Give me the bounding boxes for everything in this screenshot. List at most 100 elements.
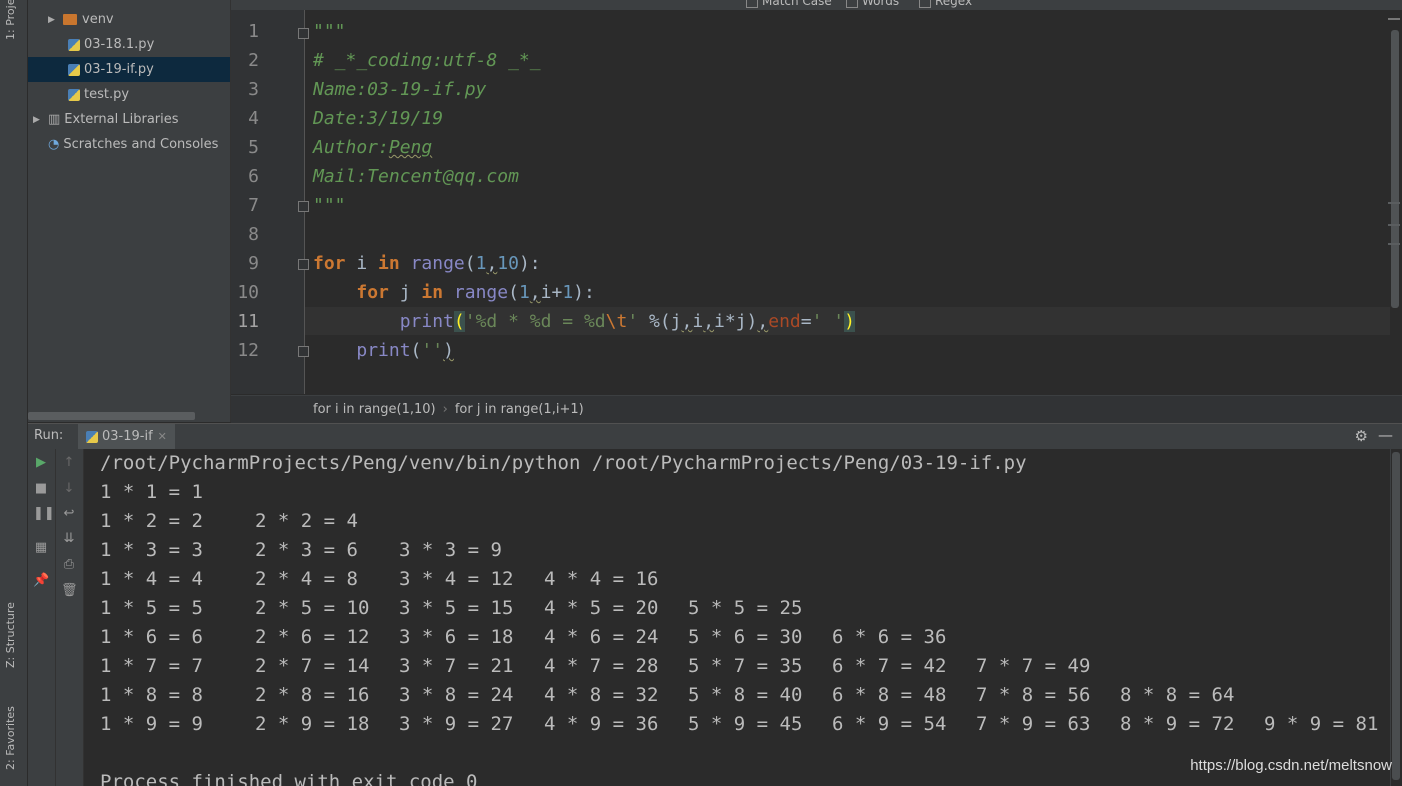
paren-close: ):	[518, 253, 541, 274]
trash-icon[interactable]: 🗑	[61, 583, 78, 599]
code-line-2[interactable]: # _*_coding:utf-8 _*_	[313, 46, 541, 75]
builtin-print: print	[399, 311, 454, 332]
output-cell: 3 * 3 = 9	[399, 539, 502, 561]
down-arrow-icon[interactable]: ↓	[61, 481, 77, 497]
close-tab-icon[interactable]: ✕	[158, 430, 167, 443]
output-cell: 5 * 6 = 30	[688, 626, 803, 648]
code-line-3[interactable]: Name:03-19-if.py	[313, 75, 486, 104]
string-literal: ' '	[811, 311, 845, 332]
breadcrumb-separator-icon: ›	[442, 402, 448, 417]
project-horizontal-scrollbar[interactable]	[28, 412, 195, 420]
docstring-name: Name:03-19-if.py	[313, 79, 487, 100]
line-number: 8	[248, 224, 259, 245]
code-line-4[interactable]: Date:3/19/19	[313, 104, 443, 133]
code-line-10[interactable]: for j in range(1,i+1):	[313, 278, 595, 307]
code-line-9[interactable]: for i in range(1,10):	[313, 249, 541, 278]
fold-marker[interactable]	[298, 201, 309, 212]
print-icon[interactable]: ⎙	[61, 557, 77, 573]
output-cell: 4 * 8 = 32	[544, 684, 659, 706]
output-cell: 1 * 4 = 4	[100, 568, 203, 590]
console-command: /root/PycharmProjects/Peng/venv/bin/pyth…	[100, 452, 1027, 474]
breadcrumb-item-inner-loop[interactable]: for j in range(1,i+1)	[455, 402, 584, 417]
error-stripe-marker[interactable]	[1388, 224, 1400, 226]
comma: ,	[486, 253, 498, 274]
code-line-12[interactable]: print('')	[313, 336, 454, 365]
builtin-range: range	[410, 253, 465, 274]
output-cell: 3 * 6 = 18	[399, 626, 514, 648]
output-cell: 2 * 7 = 14	[255, 655, 370, 677]
comma: ,	[703, 311, 715, 332]
run-tab-label: 03-19-if	[102, 429, 153, 444]
code-line-6[interactable]: Mail:Tencent@qq.com	[313, 162, 519, 191]
keyword-in: in	[421, 282, 444, 303]
tab-project[interactable]: 1: Project	[4, 0, 17, 40]
run-panel-header: Run: 03-19-if ✕ ⚙ —	[28, 423, 1402, 450]
scroll-to-end-icon[interactable]: ⇊	[61, 531, 77, 547]
output-cell: 3 * 7 = 21	[399, 655, 514, 677]
docstring-author-key: Author:	[313, 137, 389, 158]
line-number: 3	[248, 79, 259, 100]
regex-checkbox[interactable]	[919, 0, 931, 8]
expand-arrow-icon[interactable]: ▶	[48, 15, 56, 25]
tree-item-03-19-if-py[interactable]: 03-19-if.py	[28, 57, 230, 82]
breadcrumb-item-outer-loop[interactable]: for i in range(1,10)	[313, 402, 436, 417]
error-stripe-marker[interactable]	[1388, 202, 1400, 204]
match-case-checkbox[interactable]	[746, 0, 758, 8]
code-line-5[interactable]: Author:Peng	[313, 133, 432, 162]
fold-marker[interactable]	[298, 346, 309, 357]
output-cell: 2 * 5 = 10	[255, 597, 370, 619]
words-option[interactable]: Words	[846, 0, 899, 8]
pause-icon[interactable]: ❚❚	[33, 506, 55, 522]
layout-icon[interactable]: ▦	[33, 540, 49, 556]
code-line-1[interactable]: """	[313, 17, 346, 46]
expand-arrow-icon[interactable]: ▶	[33, 115, 41, 125]
soft-wrap-icon[interactable]: ↩	[61, 506, 77, 522]
line-number: 7	[248, 195, 259, 216]
docstring-open: """	[313, 21, 346, 42]
console-scroll-thumb[interactable]	[1392, 452, 1400, 780]
gear-icon[interactable]: ⚙	[1355, 427, 1368, 445]
pin-icon[interactable]: 📌	[33, 573, 49, 589]
tree-item-external-libraries[interactable]: ▶ ▥ External Libraries	[28, 107, 230, 132]
number-literal: 10	[497, 253, 519, 274]
code-line-7[interactable]: """	[313, 191, 346, 220]
up-arrow-icon[interactable]: ↑	[61, 455, 77, 471]
output-cell: 5 * 7 = 35	[688, 655, 803, 677]
line-number: 9	[248, 253, 259, 274]
stop-icon[interactable]: ■	[33, 481, 49, 497]
words-checkbox[interactable]	[846, 0, 858, 8]
expression: i*j)	[714, 311, 758, 332]
tree-item-scratches-and-consoles[interactable]: ◔ Scratches and Consoles	[28, 132, 230, 157]
console-output[interactable]: /root/PycharmProjects/Peng/venv/bin/pyth…	[84, 449, 1390, 786]
run-tab[interactable]: 03-19-if ✕	[78, 424, 175, 449]
output-cell: 3 * 4 = 12	[399, 568, 514, 590]
editor-scroll-thumb[interactable]	[1391, 30, 1399, 308]
fold-marker[interactable]	[298, 28, 309, 39]
regex-option[interactable]: Regex	[919, 0, 972, 8]
match-case-option[interactable]: Match Case	[746, 0, 832, 8]
tab-structure[interactable]: Z: Structure	[4, 602, 17, 668]
code-line-11[interactable]: print('%d * %d = %d\t' %(j,i,i*j),end=' …	[313, 307, 855, 336]
tab-favorites[interactable]: 2: Favorites	[4, 706, 17, 770]
comma: ,	[529, 282, 541, 303]
minimize-icon[interactable]: —	[1378, 426, 1393, 444]
words-label: Words	[862, 0, 900, 8]
paren-open: (	[464, 253, 476, 274]
line-number: 2	[248, 50, 259, 71]
run-icon[interactable]: ▶	[33, 455, 49, 471]
tree-item-03-18-1-py[interactable]: 03-18.1.py	[28, 32, 230, 57]
number-literal: 1	[475, 253, 487, 274]
output-cell: 1 * 8 = 8	[100, 684, 203, 706]
output-cell: 1 * 1 = 1	[100, 481, 203, 503]
output-cell: 8 * 8 = 64	[1120, 684, 1235, 706]
keyword-for: for	[313, 253, 346, 274]
error-stripe-marker[interactable]	[1388, 243, 1400, 245]
output-cell: 5 * 5 = 25	[688, 597, 803, 619]
docstring-author-value: Peng	[388, 137, 433, 158]
tree-item-test-py[interactable]: test.py	[28, 82, 230, 107]
fold-marker[interactable]	[298, 259, 309, 270]
tree-item-venv[interactable]: ▶ venv	[28, 7, 230, 32]
line-number: 4	[248, 108, 259, 129]
paren-open: (	[410, 340, 422, 361]
error-stripe-marker[interactable]	[1388, 18, 1400, 20]
